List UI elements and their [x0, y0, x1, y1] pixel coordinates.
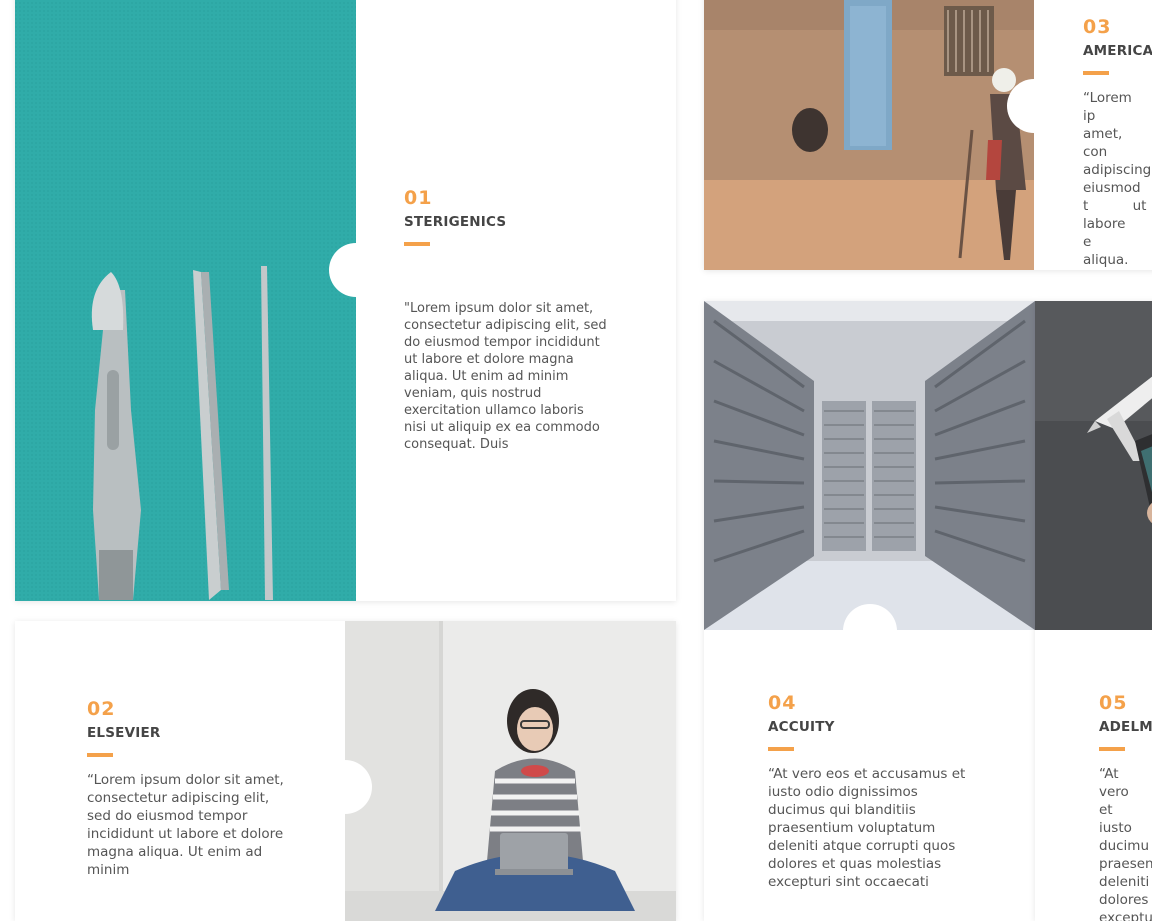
- case-card-america[interactable]: 03 AMERICA “Lorem ip amet, con adipiscin…: [704, 0, 1152, 270]
- card-number: 05: [1099, 692, 1128, 714]
- card-text-block: 01 STERIGENICS "Lorem ipsum dolor sit am…: [404, 187, 609, 453]
- card-text-block: 03 AMERICA “Lorem ip amet, con adipiscin…: [1083, 16, 1152, 270]
- case-card-elsevier[interactable]: 02 ELSEVIER “Lorem ipsum dolor sit amet,…: [15, 621, 676, 921]
- woman-with-laptop-image: [345, 621, 676, 921]
- card-title: AMERICA: [1083, 43, 1152, 59]
- accent-bar: [404, 242, 430, 246]
- card-title: ADELMA: [1099, 719, 1152, 735]
- server-room-image: [704, 301, 1035, 630]
- card-description: “At vero et iusto ducimu praesen delenit…: [1099, 766, 1152, 921]
- elderly-man-village-image: [704, 0, 1034, 270]
- phone-airplane-image: [1035, 301, 1152, 630]
- card-notch: [329, 243, 383, 297]
- card-description: “Lorem ip amet, con adipiscing eiusmod t…: [1083, 90, 1152, 268]
- card-title: STERIGENICS: [404, 214, 507, 230]
- card-text-block: 04 ACCUITY “At vero eos et accusamus et …: [768, 692, 973, 891]
- accent-bar: [1083, 71, 1109, 75]
- card-title: ACCUITY: [768, 719, 835, 735]
- card-notch: [318, 760, 372, 814]
- card-number: 03: [1083, 16, 1112, 38]
- surgical-instruments-image: [15, 0, 356, 601]
- card-description: "Lorem ipsum dolor sit amet, consectetur…: [404, 301, 607, 452]
- card-notch: [843, 604, 897, 658]
- card-description: “At vero eos et accusamus et iusto odio …: [768, 766, 966, 890]
- accent-bar: [768, 747, 794, 751]
- card-number: 02: [87, 698, 116, 720]
- card-title: ELSEVIER: [87, 725, 161, 741]
- case-card-adelma[interactable]: 05 ADELMA “At vero et iusto ducimu praes…: [1035, 301, 1152, 921]
- case-card-sterigenics[interactable]: 01 STERIGENICS "Lorem ipsum dolor sit am…: [15, 0, 676, 601]
- card-number: 04: [768, 692, 797, 714]
- card-number: 01: [404, 187, 433, 209]
- card-text-block: 02 ELSEVIER “Lorem ipsum dolor sit amet,…: [87, 698, 292, 879]
- card-description: “Lorem ipsum dolor sit amet, consectetur…: [87, 772, 284, 878]
- case-card-accuity[interactable]: 04 ACCUITY “At vero eos et accusamus et …: [704, 301, 1035, 921]
- accent-bar: [87, 753, 113, 757]
- card-notch: [1007, 79, 1061, 133]
- accent-bar: [1099, 747, 1125, 751]
- card-text-block: 05 ADELMA “At vero et iusto ducimu praes…: [1099, 692, 1152, 921]
